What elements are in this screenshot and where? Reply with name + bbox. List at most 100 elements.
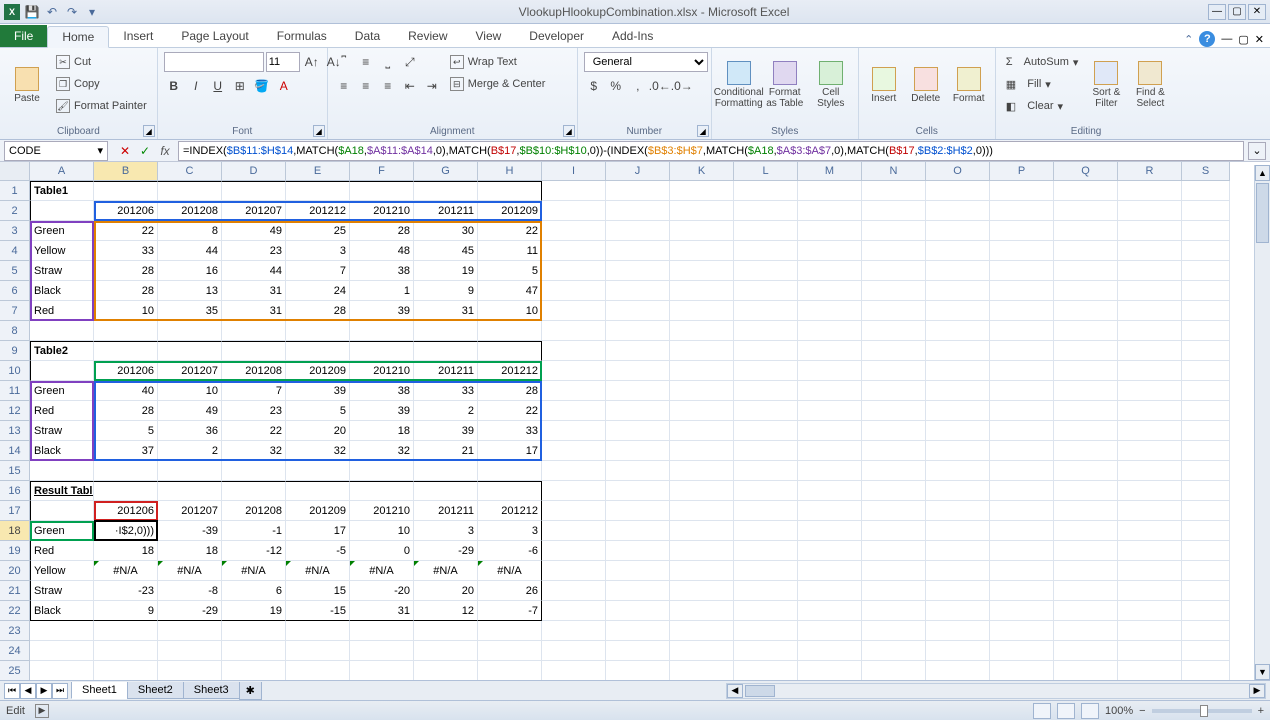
cell-F24[interactable] bbox=[350, 641, 414, 661]
align-left-icon[interactable]: ≡ bbox=[334, 76, 354, 96]
cell-G4[interactable]: 45 bbox=[414, 241, 478, 261]
cell-C20[interactable]: #N/A bbox=[158, 561, 222, 581]
cell-N25[interactable] bbox=[862, 661, 926, 681]
cell-H18[interactable]: 3 bbox=[478, 521, 542, 541]
zoom-thumb[interactable] bbox=[1200, 705, 1208, 717]
cell-M15[interactable] bbox=[798, 461, 862, 481]
cell-N16[interactable] bbox=[862, 481, 926, 501]
cell-E12[interactable]: 5 bbox=[286, 401, 350, 421]
row-header-1[interactable]: 1 bbox=[0, 181, 30, 201]
close-button[interactable]: ✕ bbox=[1248, 4, 1266, 20]
scroll-right-button[interactable]: ▶ bbox=[1249, 684, 1265, 698]
window-close-icon[interactable]: ✕ bbox=[1255, 33, 1264, 46]
scroll-left-button[interactable]: ◀ bbox=[727, 684, 743, 698]
cell-R9[interactable] bbox=[1118, 341, 1182, 361]
cell-B19[interactable]: 18 bbox=[94, 541, 158, 561]
tab-insert[interactable]: Insert bbox=[109, 25, 167, 47]
cell-O24[interactable] bbox=[926, 641, 990, 661]
cell-D19[interactable]: -12 bbox=[222, 541, 286, 561]
cell-B1[interactable] bbox=[94, 181, 158, 201]
cell-I5[interactable] bbox=[542, 261, 606, 281]
col-header-L[interactable]: L bbox=[734, 162, 798, 181]
cell-A23[interactable] bbox=[30, 621, 94, 641]
cell-S5[interactable] bbox=[1182, 261, 1230, 281]
row-header-15[interactable]: 15 bbox=[0, 461, 30, 481]
cell-M7[interactable] bbox=[798, 301, 862, 321]
cell-R21[interactable] bbox=[1118, 581, 1182, 601]
cell-N3[interactable] bbox=[862, 221, 926, 241]
cell-L15[interactable] bbox=[734, 461, 798, 481]
row-header-17[interactable]: 17 bbox=[0, 501, 30, 521]
cell-E1[interactable] bbox=[286, 181, 350, 201]
cell-O12[interactable] bbox=[926, 401, 990, 421]
cell-F19[interactable]: 0 bbox=[350, 541, 414, 561]
cell-D22[interactable]: 19 bbox=[222, 601, 286, 621]
tab-page-layout[interactable]: Page Layout bbox=[167, 25, 262, 47]
cell-N21[interactable] bbox=[862, 581, 926, 601]
page-layout-view-button[interactable] bbox=[1057, 703, 1075, 719]
cell-P13[interactable] bbox=[990, 421, 1054, 441]
cell-H19[interactable]: -6 bbox=[478, 541, 542, 561]
cell-S13[interactable] bbox=[1182, 421, 1230, 441]
cell-B11[interactable]: 40 bbox=[94, 381, 158, 401]
italic-button[interactable]: I bbox=[186, 76, 206, 96]
page-break-view-button[interactable] bbox=[1081, 703, 1099, 719]
cell-S24[interactable] bbox=[1182, 641, 1230, 661]
cell-B10[interactable]: 201206 bbox=[94, 361, 158, 381]
cell-A14[interactable]: Black bbox=[30, 441, 94, 461]
cell-N17[interactable] bbox=[862, 501, 926, 521]
cell-D8[interactable] bbox=[222, 321, 286, 341]
cell-F1[interactable] bbox=[350, 181, 414, 201]
cell-I11[interactable] bbox=[542, 381, 606, 401]
formula-input[interactable]: =INDEX($B$11:$H$14,MATCH($A18,$A$11:$A$1… bbox=[178, 141, 1244, 161]
cell-N14[interactable] bbox=[862, 441, 926, 461]
expand-formula-bar-button[interactable]: ⌄ bbox=[1248, 142, 1266, 160]
zoom-level[interactable]: 100% bbox=[1105, 705, 1133, 717]
cell-O20[interactable] bbox=[926, 561, 990, 581]
cell-Q22[interactable] bbox=[1054, 601, 1118, 621]
cell-A25[interactable] bbox=[30, 661, 94, 681]
active-cell-editor[interactable]: ·I$2,0))) bbox=[94, 520, 158, 541]
cell-K21[interactable] bbox=[670, 581, 734, 601]
cell-K23[interactable] bbox=[670, 621, 734, 641]
cell-N10[interactable] bbox=[862, 361, 926, 381]
cell-N22[interactable] bbox=[862, 601, 926, 621]
col-header-Q[interactable]: Q bbox=[1054, 162, 1118, 181]
cell-A1[interactable]: Table1 bbox=[30, 181, 94, 201]
underline-button[interactable]: U bbox=[208, 76, 228, 96]
cell-F20[interactable]: #N/A bbox=[350, 561, 414, 581]
cell-K4[interactable] bbox=[670, 241, 734, 261]
cell-D11[interactable]: 7 bbox=[222, 381, 286, 401]
cell-Q23[interactable] bbox=[1054, 621, 1118, 641]
cell-A24[interactable] bbox=[30, 641, 94, 661]
cell-R4[interactable] bbox=[1118, 241, 1182, 261]
cell-F21[interactable]: -20 bbox=[350, 581, 414, 601]
increase-decimal-icon[interactable]: .0← bbox=[650, 76, 670, 96]
cell-L1[interactable] bbox=[734, 181, 798, 201]
cell-F5[interactable]: 38 bbox=[350, 261, 414, 281]
row-header-18[interactable]: 18 bbox=[0, 521, 30, 541]
col-header-J[interactable]: J bbox=[606, 162, 670, 181]
row-header-19[interactable]: 19 bbox=[0, 541, 30, 561]
cell-N20[interactable] bbox=[862, 561, 926, 581]
cell-B25[interactable] bbox=[94, 661, 158, 681]
cell-N15[interactable] bbox=[862, 461, 926, 481]
cell-R11[interactable] bbox=[1118, 381, 1182, 401]
cell-D12[interactable]: 23 bbox=[222, 401, 286, 421]
row-header-9[interactable]: 9 bbox=[0, 341, 30, 361]
row-header-8[interactable]: 8 bbox=[0, 321, 30, 341]
macro-record-icon[interactable]: ▶ bbox=[35, 704, 49, 718]
cell-N19[interactable] bbox=[862, 541, 926, 561]
cell-S17[interactable] bbox=[1182, 501, 1230, 521]
vscroll-thumb[interactable] bbox=[1256, 183, 1269, 243]
cell-P9[interactable] bbox=[990, 341, 1054, 361]
cell-styles-button[interactable]: Cell Styles bbox=[810, 52, 852, 118]
cell-R10[interactable] bbox=[1118, 361, 1182, 381]
cell-H12[interactable]: 22 bbox=[478, 401, 542, 421]
currency-icon[interactable]: $ bbox=[584, 76, 604, 96]
cell-C11[interactable]: 10 bbox=[158, 381, 222, 401]
cell-O18[interactable] bbox=[926, 521, 990, 541]
row-header-3[interactable]: 3 bbox=[0, 221, 30, 241]
select-all-corner[interactable] bbox=[0, 162, 30, 181]
percent-icon[interactable]: % bbox=[606, 76, 626, 96]
